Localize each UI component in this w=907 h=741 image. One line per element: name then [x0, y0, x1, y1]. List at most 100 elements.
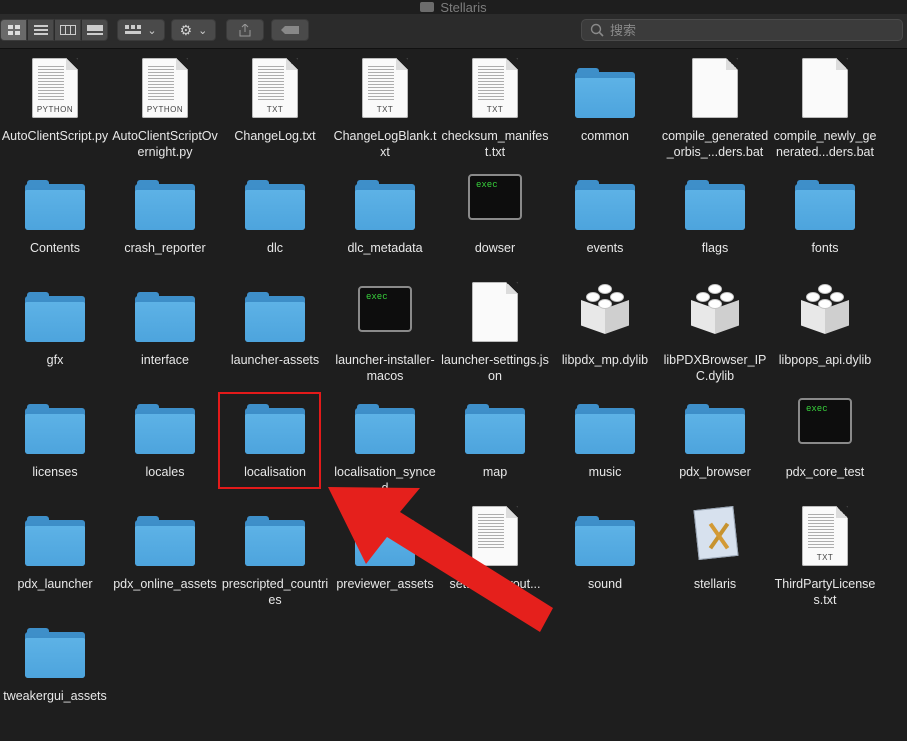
- file-name-label: locales: [145, 465, 185, 479]
- exec-label: exec: [806, 404, 828, 414]
- file-name-label: common: [581, 129, 629, 143]
- file-item[interactable]: exec dowser: [440, 162, 550, 274]
- folder-icon: [575, 68, 635, 118]
- terminal-exec-icon: exec: [468, 174, 522, 220]
- file-item[interactable]: common: [550, 50, 660, 162]
- file-item[interactable]: libPDXBrowser_IPC.dylib: [660, 274, 770, 386]
- file-item[interactable]: map: [440, 386, 550, 498]
- file-item[interactable]: previewer_assets: [330, 498, 440, 610]
- toolbar: ⌄ ⚙ ⌄: [0, 14, 907, 49]
- file-item[interactable]: events: [550, 162, 660, 274]
- file-item[interactable]: TXT ThirdPartyLicenses.txt: [770, 498, 880, 610]
- file-item[interactable]: music: [550, 386, 660, 498]
- file-item[interactable]: PYTHON AutoClientScriptOvernight.py: [110, 50, 220, 162]
- share-group: [226, 19, 264, 41]
- file-name-label: compile_generated_orbis_...ders.bat: [661, 129, 769, 159]
- tags-button[interactable]: [271, 19, 309, 41]
- list-view-button[interactable]: [27, 19, 54, 41]
- file-item[interactable]: launcher-assets: [220, 274, 330, 386]
- tags-group: [271, 19, 309, 41]
- file-item[interactable]: pdx_online_assets: [110, 498, 220, 610]
- file-name-label: fonts: [811, 241, 839, 255]
- file-item[interactable]: PYTHON AutoClientScript.py: [0, 50, 110, 162]
- action-button[interactable]: ⚙ ⌄: [171, 19, 216, 41]
- file-item[interactable]: locales: [110, 386, 220, 498]
- file-item[interactable]: sound: [550, 498, 660, 610]
- file-name-label: flags: [701, 241, 729, 255]
- file-name-label: ChangeLogBlank.txt: [333, 129, 437, 159]
- file-item[interactable]: compile_generated_orbis_...ders.bat: [660, 50, 770, 162]
- file-item[interactable]: Contents: [0, 162, 110, 274]
- exec-label: exec: [366, 292, 388, 302]
- document-icon: PYTHON: [32, 58, 78, 118]
- file-item[interactable]: gfx: [0, 274, 110, 386]
- file-item[interactable]: dlc_metadata: [330, 162, 440, 274]
- file-item[interactable]: TXT ChangeLogBlank.txt: [330, 50, 440, 162]
- file-item[interactable]: pdx_browser: [660, 386, 770, 498]
- file-item[interactable]: prescripted_countries: [220, 498, 330, 610]
- folder-icon: [575, 404, 635, 454]
- group-by-button[interactable]: ⌄: [117, 19, 165, 41]
- file-item[interactable]: exec pdx_core_test: [770, 386, 880, 498]
- file-item[interactable]: TXT checksum_manifest.txt: [440, 50, 550, 162]
- file-item[interactable]: flags: [660, 162, 770, 274]
- file-item[interactable]: interface: [110, 274, 220, 386]
- search-input[interactable]: [610, 22, 890, 38]
- search-icon: [590, 23, 604, 37]
- file-item[interactable]: libpdx_mp.dylib: [550, 274, 660, 386]
- file-item[interactable]: tweakergui_assets: [0, 610, 110, 722]
- chevron-down-icon: ⌄: [198, 24, 208, 37]
- file-name-label: Contents: [29, 241, 81, 255]
- file-name-label: sound: [587, 577, 623, 591]
- file-name-label: AutoClientScript.py: [1, 129, 109, 143]
- file-item[interactable]: exec launcher-installer-macos: [330, 274, 440, 386]
- file-name-label: localisation_synced: [334, 465, 436, 495]
- file-item[interactable]: fonts: [770, 162, 880, 274]
- icon-view-button[interactable]: [0, 19, 27, 41]
- file-name-label: stellaris: [693, 577, 737, 591]
- file-item[interactable]: launcher-settings.json: [440, 274, 550, 386]
- folder-icon: [465, 404, 525, 454]
- column-view-button[interactable]: [54, 19, 81, 41]
- file-name-label: interface: [141, 353, 189, 367]
- share-button[interactable]: [226, 19, 264, 41]
- window-title: Stellaris: [440, 0, 487, 15]
- folder-icon: [245, 180, 305, 230]
- file-type-badge: TXT: [816, 553, 834, 562]
- folder-icon: [135, 292, 195, 342]
- file-item[interactable]: localisation_synced: [330, 386, 440, 498]
- file-name-label: prescripted_countries: [221, 577, 329, 607]
- file-item[interactable]: compile_newly_generated...ders.bat: [770, 50, 880, 162]
- file-name-label: music: [588, 465, 622, 479]
- dylib-brick-icon: [688, 282, 742, 338]
- file-item[interactable]: stellaris: [660, 498, 770, 610]
- file-item[interactable]: pdx_launcher: [0, 498, 110, 610]
- file-item[interactable]: licenses: [0, 386, 110, 498]
- icon-view-icon: [7, 25, 20, 35]
- folder-icon: [355, 516, 415, 566]
- folder-icon: [25, 628, 85, 678]
- file-name-label: events: [586, 241, 624, 255]
- file-item[interactable]: libpops_api.dylib: [770, 274, 880, 386]
- folder-icon: [355, 404, 415, 454]
- column-view-icon: [59, 25, 76, 35]
- file-item[interactable]: TXT ChangeLog.txt: [220, 50, 330, 162]
- file-name-label: dlc_metadata: [347, 241, 423, 255]
- file-item[interactable]: settings-layout...: [440, 498, 550, 610]
- file-name-label: compile_newly_generated...ders.bat: [773, 129, 877, 159]
- file-name-label: launcher-installer-macos: [335, 353, 435, 383]
- gallery-view-button[interactable]: [81, 19, 108, 41]
- file-item[interactable]: dlc: [220, 162, 330, 274]
- action-menu: ⚙ ⌄: [171, 19, 216, 41]
- file-item[interactable]: crash_reporter: [110, 162, 220, 274]
- file-name-label: libPDXBrowser_IPC.dylib: [663, 353, 767, 383]
- file-name-label: crash_reporter: [124, 241, 206, 255]
- gear-icon: ⚙: [179, 21, 193, 38]
- search-field[interactable]: [581, 19, 903, 41]
- folder-icon: [575, 516, 635, 566]
- dylib-brick-icon: [798, 282, 852, 338]
- file-name-label: launcher-assets: [230, 353, 320, 367]
- gallery-view-icon: [86, 25, 103, 35]
- chevron-down-icon: ⌄: [147, 24, 157, 37]
- file-name-label: libpops_api.dylib: [778, 353, 872, 367]
